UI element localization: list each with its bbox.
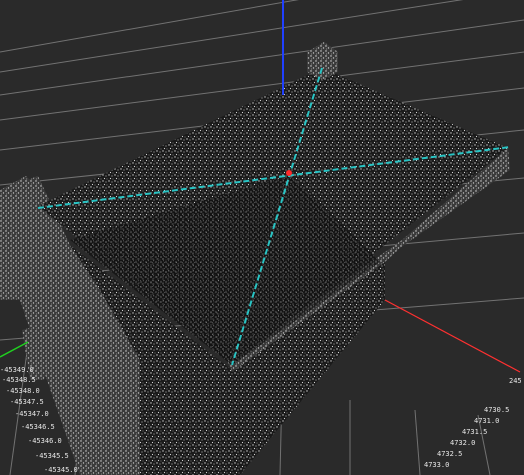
- y-tick: -45345.5: [35, 452, 69, 460]
- x-tick: 4732.0: [450, 439, 476, 447]
- y-tick: -45346.5: [21, 423, 55, 431]
- x-axis: [384, 299, 521, 373]
- y-tick: -45347.5: [10, 398, 44, 406]
- y-tick: -45348.5: [2, 376, 36, 384]
- z-tick: 245: [509, 377, 522, 385]
- y-tick: -45346.0: [28, 437, 62, 445]
- y-tick: -45345.0: [44, 466, 78, 474]
- x-tick: 4730.5: [484, 406, 510, 414]
- x-tick: 4733.0: [424, 461, 450, 469]
- x-tick: 4731.0: [474, 417, 500, 425]
- y-tick: -45347.0: [15, 410, 49, 418]
- y-axis: [0, 341, 29, 358]
- chimney-left: [0, 176, 38, 260]
- scene-3d[interactable]: [0, 0, 524, 475]
- y-tick: -45348.0: [6, 387, 40, 395]
- x-tick: 4731.5: [462, 428, 488, 436]
- point-cloud-viewport[interactable]: -45349.0 -45348.5 -45348.0 -45347.5 -453…: [0, 0, 524, 475]
- center-marker: [286, 170, 292, 176]
- y-tick: -45349.0: [0, 366, 34, 374]
- x-tick: 4732.5: [437, 450, 463, 458]
